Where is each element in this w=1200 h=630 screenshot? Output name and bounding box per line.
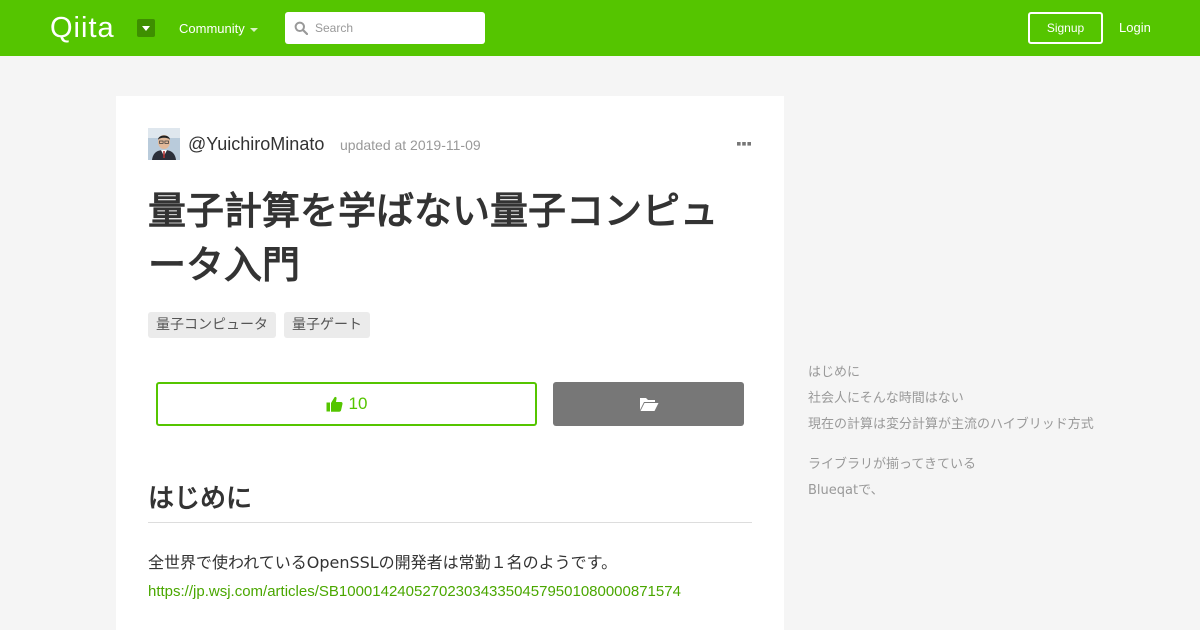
avatar-portrait-icon	[148, 128, 180, 160]
search-box	[285, 12, 485, 44]
search-icon	[294, 21, 308, 35]
toc-item[interactable]: 現在の計算は変分計算が主流のハイブリッド方式	[808, 418, 1098, 432]
toc-item[interactable]: 社会人にそんな時間はない	[808, 392, 964, 406]
community-menu[interactable]: Community	[179, 20, 245, 38]
body-link[interactable]: https://jp.wsj.com/articles/SB1000142405…	[148, 581, 752, 603]
signup-button[interactable]: Signup	[1028, 12, 1103, 44]
qiita-logo[interactable]: Qiita	[50, 11, 115, 45]
stock-button[interactable]	[553, 382, 744, 426]
community-chevron-down-icon[interactable]	[250, 28, 258, 32]
article-card: @YuichiroMinato updated at 2019-11-09 量子…	[116, 96, 784, 630]
article-title: 量子計算を学ばない量子コンピュータ入門	[148, 189, 719, 287]
folder-open-icon	[639, 398, 658, 411]
tag-item[interactable]: 量子ゲート	[284, 312, 370, 338]
section-heading: はじめに	[148, 480, 752, 523]
tag-list: 量子コンピュータ 量子ゲート	[148, 312, 378, 338]
logo-dropdown-caret-icon[interactable]	[137, 19, 155, 37]
thumbs-up-icon	[326, 396, 343, 412]
more-horizontal-icon[interactable]	[736, 140, 752, 148]
login-link[interactable]: Login	[1119, 19, 1151, 37]
like-button[interactable]: 10	[156, 382, 537, 426]
global-header: Qiita Community Signup Login	[0, 0, 1200, 56]
toc-item[interactable]: ライブラリが揃ってきている	[808, 458, 976, 472]
body-paragraph: 全世界で使われているOpenSSLの開発者は常勤１名のようです。	[148, 553, 618, 572]
like-count: 10	[348, 394, 368, 413]
updated-date: updated at 2019-11-09	[340, 137, 481, 153]
author-avatar[interactable]	[148, 128, 180, 160]
toc-item[interactable]: Blueqatで、	[808, 484, 884, 498]
tag-item[interactable]: 量子コンピュータ	[148, 312, 276, 338]
toc-item[interactable]: はじめに	[808, 366, 860, 380]
author-username[interactable]: @YuichiroMinato	[188, 132, 324, 156]
search-input[interactable]	[315, 12, 480, 44]
